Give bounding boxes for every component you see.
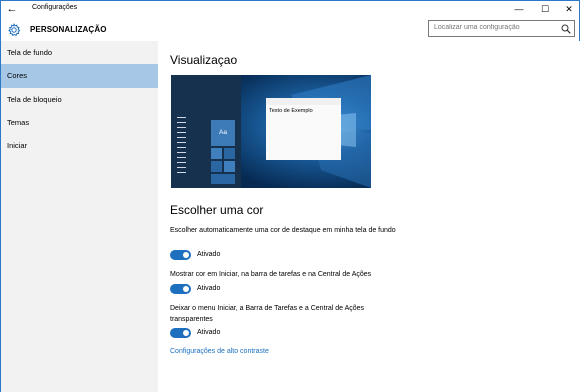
preview-tile: [224, 161, 235, 172]
toggle-knob: [183, 286, 189, 292]
start-menu-line: [177, 127, 186, 128]
sidebar-item-tela-de-bloqueio[interactable]: Tela de bloqueio: [1, 88, 158, 112]
back-button[interactable]: ←: [5, 2, 19, 16]
auto-accent-toggle[interactable]: [170, 250, 191, 260]
sample-tile: Aa: [211, 120, 235, 146]
preview-tile: [211, 148, 222, 159]
show-color-state: Ativado: [197, 285, 221, 292]
start-menu-line: [177, 142, 186, 143]
transparency-state: Ativado: [197, 329, 221, 336]
sidebar-item-temas[interactable]: Temas: [1, 111, 158, 135]
start-menu-line: [177, 157, 186, 158]
search-icon[interactable]: [561, 24, 571, 34]
sample-window: Texto de Exemplo: [266, 98, 341, 160]
start-menu-line: [177, 152, 186, 153]
settings-window: ← Configurações — ☐ ✕ PERSONALIZAÇÃO Tel…: [0, 0, 580, 392]
auto-accent-label: Escolher automaticamente uma cor de dest…: [170, 227, 396, 234]
start-menu-line: [177, 172, 186, 173]
preview-tile: [211, 161, 222, 172]
start-menu-line: [177, 137, 186, 138]
gear-icon: [8, 23, 21, 37]
preview-heading: Visualizaçao: [170, 53, 238, 67]
show-color-label: Mostrar cor em Iniciar, na barra de tare…: [170, 271, 372, 278]
maximize-button[interactable]: ☐: [533, 1, 557, 17]
sidebar-item-iniciar[interactable]: Iniciar: [1, 134, 158, 158]
page-title: PERSONALIZAÇÃO: [30, 25, 107, 34]
start-menu-line: [177, 147, 186, 148]
minimize-button[interactable]: —: [507, 1, 531, 17]
sidebar-item-tela-de-fundo[interactable]: Tela de fundo: [1, 41, 158, 65]
search-box[interactable]: [428, 20, 575, 37]
sidebar: Tela de fundo Cores Tela de bloqueio Tem…: [1, 41, 158, 392]
preview-tile: [224, 148, 235, 159]
sample-window-text: Texto de Exemplo: [269, 108, 313, 114]
choose-color-heading: Escolher uma cor: [170, 203, 264, 217]
show-color-toggle[interactable]: [170, 284, 191, 294]
auto-accent-state: Ativado: [197, 251, 221, 258]
title-bar: ← Configurações — ☐ ✕: [1, 1, 579, 17]
transparency-label: Deixar o menu Iniciar, a Barra de Tarefa…: [170, 305, 365, 323]
start-menu-line: [177, 167, 186, 168]
preview-tile: [211, 174, 235, 184]
main-content: Visualizaçao Aa Texto de Exemplo Escolhe…: [158, 41, 580, 392]
start-menu-line: [177, 162, 186, 163]
start-menu-line: [177, 122, 186, 123]
color-preview: Aa Texto de Exemplo: [171, 75, 371, 188]
high-contrast-link[interactable]: Configurações de alto contraste: [170, 348, 269, 355]
close-button[interactable]: ✕: [557, 1, 580, 17]
start-menu-line: [177, 117, 186, 118]
search-input[interactable]: [434, 24, 559, 31]
toggle-knob: [183, 330, 189, 336]
sidebar-item-cores[interactable]: Cores: [1, 64, 158, 88]
start-menu-preview: Aa: [171, 75, 241, 188]
toggle-knob: [183, 252, 189, 258]
transparency-toggle[interactable]: [170, 328, 191, 338]
window-title: Configurações: [32, 4, 78, 11]
start-menu-line: [177, 132, 186, 133]
